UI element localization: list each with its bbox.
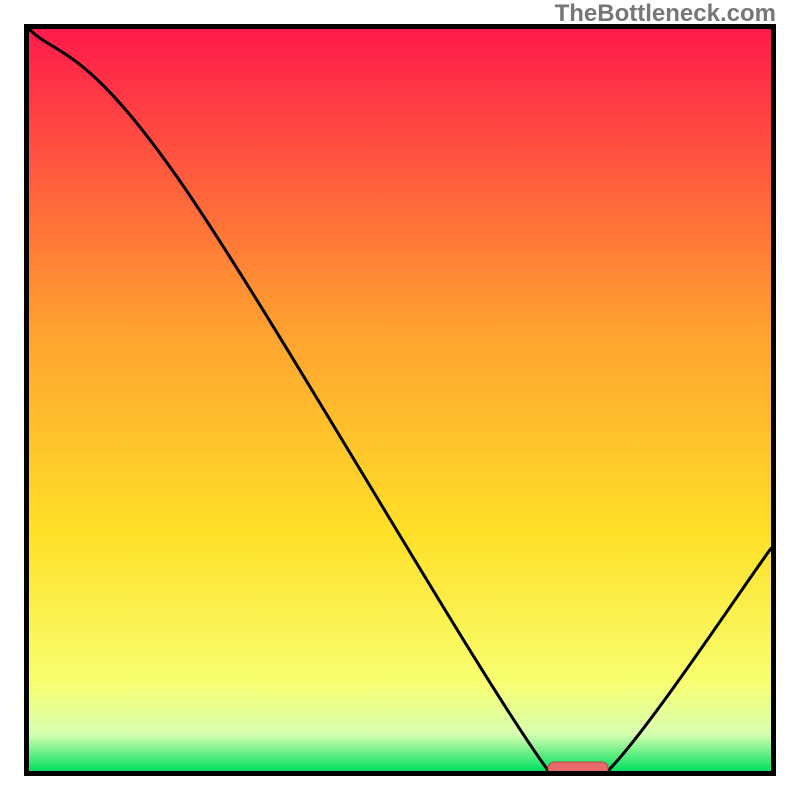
optimal-marker [548, 762, 608, 771]
chart-frame: TheBottleneck.com [0, 0, 800, 800]
chart-svg [29, 29, 771, 771]
watermark-text: TheBottleneck.com [555, 0, 776, 28]
chart-background [29, 29, 771, 771]
chart-plot-area [29, 29, 771, 771]
